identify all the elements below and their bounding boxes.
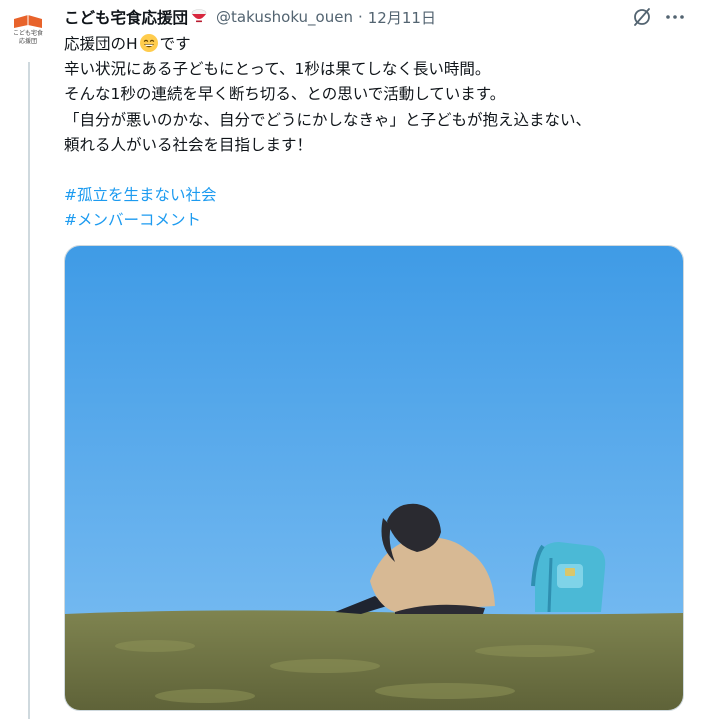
more-horizontal-icon[interactable] bbox=[664, 6, 686, 28]
author-display-name[interactable]: こども宅食応援団 bbox=[64, 6, 188, 28]
avatar-text-line-2: 応援団 bbox=[19, 37, 37, 45]
tweet-photo[interactable] bbox=[64, 245, 684, 711]
tweet-line-1: 応援団のH です bbox=[64, 32, 694, 57]
thread-connector-line bbox=[28, 62, 30, 719]
separator-dot: · bbox=[357, 8, 363, 26]
tweet-line-4: 「自分が悪いのかな、自分でどうにかしなきゃ」と子どもが抱え込まない、 bbox=[64, 110, 592, 129]
author-avatar[interactable]: こども宅食 応援団 bbox=[8, 6, 48, 46]
avatar-text-line-1: こども宅食 bbox=[13, 29, 43, 37]
tweet-text: 応援団のH です 辛い状況にある子どもにとって、1秒は果てしなく長い時間。 そんな… bbox=[64, 32, 694, 234]
tweet-line-5: 頼れる人がいる社会を目指します！ bbox=[64, 135, 313, 154]
hashtag-link-2[interactable]: #メンバーコメント bbox=[64, 208, 201, 233]
photo-backpack bbox=[531, 542, 606, 613]
rice-bowl-icon bbox=[190, 6, 208, 28]
tweet-line-1-start: 応援団のH bbox=[64, 35, 138, 53]
tweet-line-2: 辛い状況にある子どもにとって、1秒は果てしなく長い時間。 bbox=[64, 60, 491, 79]
hashtag-line-1: #孤立を生まない社会 bbox=[64, 183, 694, 208]
author-handle[interactable]: @takushoku_ouen bbox=[216, 8, 353, 26]
tweet-header: こども宅食応援団 @takushoku_ouen · 12月11日 bbox=[64, 6, 436, 28]
tweet-line-1-end: です bbox=[159, 35, 191, 53]
grok-icon[interactable] bbox=[631, 6, 653, 28]
tweet-line-3: そんな1秒の連続を早く断ち切る、との思いで活動しています。 bbox=[64, 85, 506, 104]
tweet-date[interactable]: 12月11日 bbox=[368, 7, 436, 28]
hashtag-link-1[interactable]: #孤立を生まない社会 bbox=[64, 183, 217, 208]
hashtag-line-2: #メンバーコメント bbox=[64, 208, 694, 233]
